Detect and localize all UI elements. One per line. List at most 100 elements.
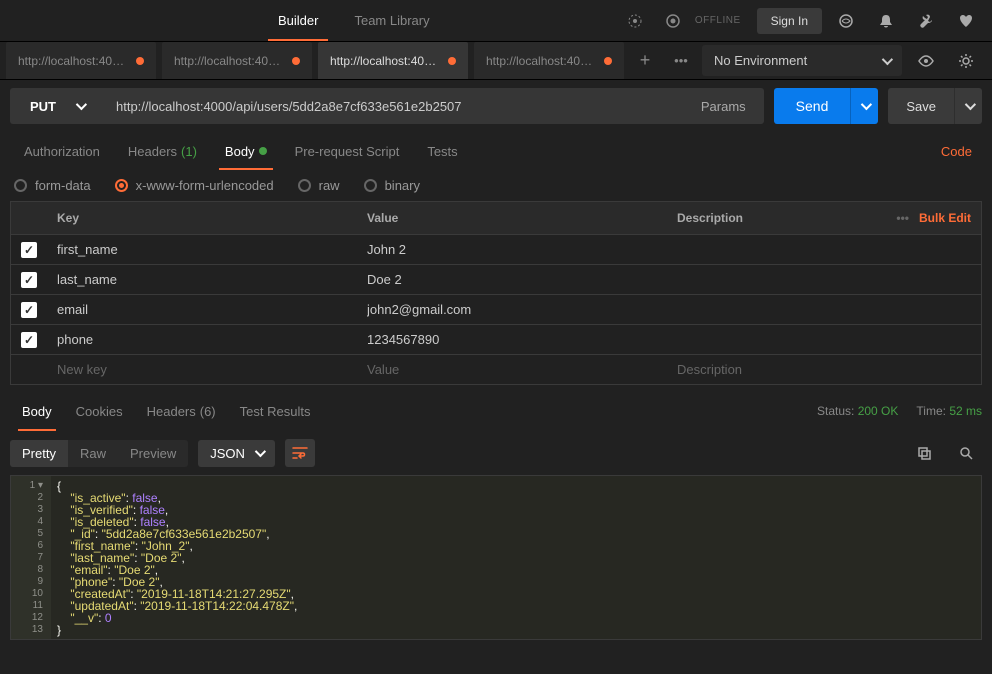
resp-tab-body[interactable]: Body [10, 391, 64, 431]
chevron-down-icon [76, 99, 87, 110]
send-group: Send [774, 88, 879, 124]
method-label: PUT [30, 99, 56, 114]
satellite-icon[interactable] [830, 7, 862, 35]
description-input[interactable] [677, 272, 971, 287]
wrap-lines-icon[interactable] [285, 439, 315, 467]
tabs-more-icon[interactable]: ••• [666, 42, 696, 79]
viewer-controls: Pretty Raw Preview JSON [0, 431, 992, 475]
environment-group: No Environment [702, 42, 992, 79]
request-tab-3[interactable]: http://localhost:4000... [474, 42, 624, 79]
description-input[interactable] [677, 302, 971, 317]
save-group: Save [888, 88, 982, 124]
copy-icon[interactable] [908, 439, 940, 467]
request-tab-1[interactable]: http://localhost:4000... [162, 42, 312, 79]
table-row-new [11, 354, 981, 384]
send-button[interactable]: Send [774, 88, 851, 124]
key-input[interactable] [57, 332, 347, 347]
request-subtabs: Authorization Headers (1) Body Pre-reque… [0, 132, 992, 170]
subtab-tests[interactable]: Tests [413, 132, 471, 170]
subtab-prerequest[interactable]: Pre-request Script [281, 132, 414, 170]
notifications-icon[interactable] [870, 7, 902, 35]
value-input[interactable] [367, 332, 657, 347]
add-tab-button[interactable]: + [630, 42, 660, 79]
row-checkbox[interactable]: ✓ [21, 242, 37, 258]
mode-preview[interactable]: Preview [118, 440, 188, 467]
code-link[interactable]: Code [941, 144, 982, 159]
request-tab-label: http://localhost:4000... [330, 54, 440, 68]
key-input[interactable] [57, 242, 347, 257]
value-input[interactable] [367, 272, 657, 287]
key-input[interactable] [57, 302, 347, 317]
body-indicator-icon [259, 147, 267, 155]
time-label: Time: [916, 404, 946, 418]
params-button[interactable]: Params [683, 88, 764, 124]
row-checkbox[interactable]: ✓ [21, 302, 37, 318]
resp-tab-headers[interactable]: Headers (6) [135, 391, 228, 431]
mode-raw[interactable]: Raw [68, 440, 118, 467]
table-more-icon[interactable]: ••• [896, 211, 909, 225]
save-button[interactable]: Save [888, 88, 954, 124]
bulk-edit-link[interactable]: Bulk Edit [919, 211, 971, 225]
table-row: ✓ [11, 324, 981, 354]
heart-icon[interactable] [950, 7, 982, 35]
search-icon[interactable] [950, 439, 982, 467]
column-value: Value [357, 211, 667, 225]
subtab-headers[interactable]: Headers (1) [114, 132, 211, 170]
resp-tab-cookies[interactable]: Cookies [64, 391, 135, 431]
row-checkbox[interactable]: ✓ [21, 332, 37, 348]
chevron-down-icon [882, 53, 893, 64]
unsaved-dot-icon [604, 57, 612, 65]
column-key: Key [47, 211, 357, 225]
request-tab-2[interactable]: http://localhost:4000... [318, 42, 468, 79]
tab-team-library[interactable]: Team Library [336, 0, 447, 41]
chevron-down-icon [255, 446, 266, 457]
description-input[interactable] [677, 362, 971, 377]
tab-builder[interactable]: Builder [260, 0, 336, 41]
sync-off-icon [657, 7, 689, 35]
value-input[interactable] [367, 362, 657, 377]
environment-select[interactable]: No Environment [702, 45, 902, 76]
description-input[interactable] [677, 332, 971, 347]
request-tabs: http://localhost:4000... http://localhos… [0, 42, 992, 80]
headers-label: Headers [128, 144, 177, 159]
sign-in-button[interactable]: Sign In [757, 8, 822, 34]
url-input[interactable] [104, 88, 683, 124]
table-row: ✓ [11, 294, 981, 324]
key-input[interactable] [57, 362, 347, 377]
request-tab-0[interactable]: http://localhost:4000... [6, 42, 156, 79]
radio-raw[interactable]: raw [298, 178, 340, 193]
radio-binary[interactable]: binary [364, 178, 420, 193]
params-table: Key Value Description ••• Bulk Edit ✓ ✓ … [10, 201, 982, 385]
unsaved-dot-icon [292, 57, 300, 65]
chevron-down-icon [861, 99, 872, 110]
resp-tab-test-results[interactable]: Test Results [228, 391, 323, 431]
key-input[interactable] [57, 272, 347, 287]
value-input[interactable] [367, 302, 657, 317]
radio-label: raw [319, 178, 340, 193]
radio-form-data[interactable]: form-data [14, 178, 91, 193]
description-input[interactable] [677, 242, 971, 257]
env-settings-icon[interactable] [950, 47, 982, 75]
value-input[interactable] [367, 242, 657, 257]
top-bar: Builder Team Library OFFLINE Sign In [0, 0, 992, 42]
method-select[interactable]: PUT [10, 88, 104, 124]
chevron-down-icon [964, 99, 975, 110]
radio-icon [115, 179, 128, 192]
row-checkbox[interactable]: ✓ [21, 272, 37, 288]
send-dropdown[interactable] [850, 88, 878, 124]
top-nav: Builder Team Library [260, 0, 448, 41]
quick-look-icon[interactable] [910, 47, 942, 75]
response-body-viewer[interactable]: 1 ▾2345678910111213 { "is_active": false… [10, 475, 982, 640]
sync-status: OFFLINE [619, 7, 741, 35]
radio-urlencoded[interactable]: x-www-form-urlencoded [115, 178, 274, 193]
format-select[interactable]: JSON [198, 440, 275, 467]
subtab-body[interactable]: Body [211, 132, 281, 170]
time-value: 52 ms [949, 404, 982, 418]
subtab-authorization[interactable]: Authorization [10, 132, 114, 170]
settings-wrench-icon[interactable] [910, 7, 942, 35]
save-dropdown[interactable] [954, 88, 982, 124]
body-types: form-data x-www-form-urlencoded raw bina… [0, 170, 992, 201]
mode-pretty[interactable]: Pretty [10, 440, 68, 467]
radio-label: form-data [35, 178, 91, 193]
resp-headers-count: (6) [200, 404, 216, 419]
